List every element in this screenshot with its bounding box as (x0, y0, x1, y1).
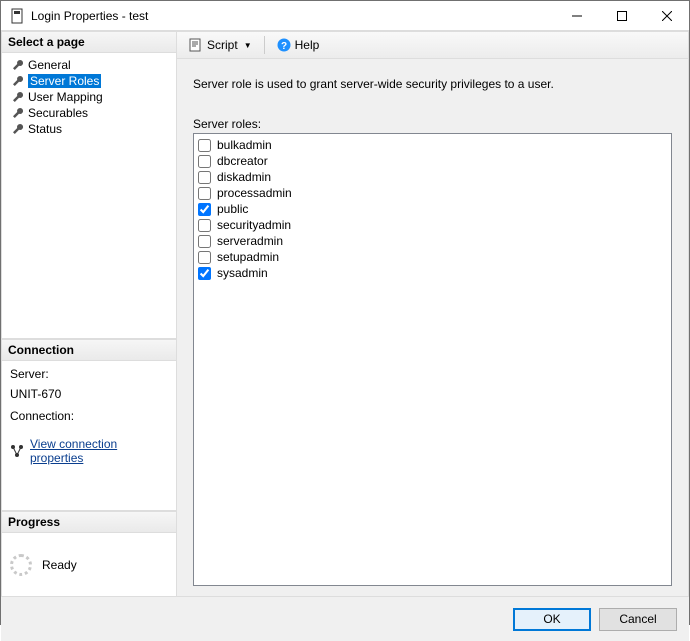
role-row-public[interactable]: public (198, 201, 667, 217)
sidebar-item-label: Status (28, 122, 62, 136)
page-nav: General Server Roles User Mapping Securable… (1, 53, 177, 339)
role-row-setupadmin[interactable]: setupadmin (198, 249, 667, 265)
sidebar-item-server-roles[interactable]: Server Roles (2, 73, 176, 89)
login-properties-window: Login Properties - test Select a page Ge… (0, 0, 690, 625)
window-title: Login Properties - test (31, 9, 148, 23)
toolbar: Script ▼ ? Help (177, 31, 689, 59)
progress-header: Progress (1, 511, 177, 533)
role-label: serveradmin (217, 234, 283, 248)
server-value: UNIT-670 (10, 387, 168, 401)
sidebar-item-label: Securables (28, 106, 88, 120)
chevron-down-icon: ▼ (244, 41, 252, 50)
connection-properties-icon (10, 444, 24, 458)
svg-text:?: ? (281, 41, 287, 52)
sidebar-item-label: User Mapping (28, 90, 103, 104)
connection-header: Connection (1, 339, 177, 361)
role-checkbox-serveradmin[interactable] (198, 235, 211, 248)
script-label: Script (207, 38, 238, 52)
left-column: Select a page General Server Roles User Ma… (1, 31, 177, 597)
role-row-dbcreator[interactable]: dbcreator (198, 153, 667, 169)
titlebar: Login Properties - test (1, 1, 689, 31)
server-roles-label: Server roles: (193, 117, 672, 131)
role-label: sysadmin (217, 266, 268, 280)
role-checkbox-bulkadmin[interactable] (198, 139, 211, 152)
role-checkbox-public[interactable] (198, 203, 211, 216)
wrench-icon (12, 59, 24, 71)
wrench-icon (12, 123, 24, 135)
role-label: processadmin (217, 186, 292, 200)
role-checkbox-sysadmin[interactable] (198, 267, 211, 280)
role-checkbox-processadmin[interactable] (198, 187, 211, 200)
app-icon (9, 8, 25, 24)
minimize-button[interactable] (554, 1, 599, 30)
role-label: diskadmin (217, 170, 271, 184)
wrench-icon (12, 107, 24, 119)
role-checkbox-securityadmin[interactable] (198, 219, 211, 232)
cancel-button[interactable]: Cancel (599, 608, 677, 631)
role-row-serveradmin[interactable]: serveradmin (198, 233, 667, 249)
sidebar-item-securables[interactable]: Securables (2, 105, 176, 121)
wrench-icon (12, 75, 24, 87)
script-icon (189, 38, 203, 52)
sidebar-item-label: General (28, 58, 71, 72)
wrench-icon (12, 91, 24, 103)
role-label: dbcreator (217, 154, 268, 168)
progress-panel: Ready (1, 533, 177, 597)
page-description: Server role is used to grant server-wide… (193, 77, 672, 91)
dialog-button-bar: OK Cancel (1, 597, 689, 641)
role-checkbox-dbcreator[interactable] (198, 155, 211, 168)
ok-button[interactable]: OK (513, 608, 591, 631)
select-page-header: Select a page (1, 31, 177, 53)
role-label: public (217, 202, 248, 216)
right-column: Script ▼ ? Help Server role is used to g… (177, 31, 689, 597)
sidebar-item-user-mapping[interactable]: User Mapping (2, 89, 176, 105)
view-connection-properties-link[interactable]: View connection properties (30, 437, 168, 465)
help-label: Help (295, 38, 320, 52)
server-label: Server: (10, 367, 168, 381)
role-label: securityadmin (217, 218, 291, 232)
role-row-securityadmin[interactable]: securityadmin (198, 217, 667, 233)
progress-status: Ready (42, 558, 77, 572)
connection-label: Connection: (10, 409, 168, 423)
role-row-bulkadmin[interactable]: bulkadmin (198, 137, 667, 153)
role-checkbox-setupadmin[interactable] (198, 251, 211, 264)
sidebar-item-general[interactable]: General (2, 57, 176, 73)
role-row-processadmin[interactable]: processadmin (198, 185, 667, 201)
help-icon: ? (277, 38, 291, 52)
close-button[interactable] (644, 1, 689, 30)
help-button[interactable]: ? Help (273, 36, 324, 54)
server-roles-list[interactable]: bulkadmin dbcreator diskadmin processadmin p… (193, 133, 672, 586)
role-label: setupadmin (217, 250, 279, 264)
maximize-button[interactable] (599, 1, 644, 30)
role-row-sysadmin[interactable]: sysadmin (198, 265, 667, 281)
progress-spinner-icon (10, 554, 32, 576)
role-checkbox-diskadmin[interactable] (198, 171, 211, 184)
role-row-diskadmin[interactable]: diskadmin (198, 169, 667, 185)
script-button[interactable]: Script ▼ (185, 36, 256, 54)
sidebar-item-label: Server Roles (28, 74, 101, 88)
role-label: bulkadmin (217, 138, 272, 152)
main-pane: Server role is used to grant server-wide… (177, 59, 689, 597)
sidebar-item-status[interactable]: Status (2, 121, 176, 137)
connection-panel: Server: UNIT-670 Connection: View connec… (1, 361, 177, 511)
